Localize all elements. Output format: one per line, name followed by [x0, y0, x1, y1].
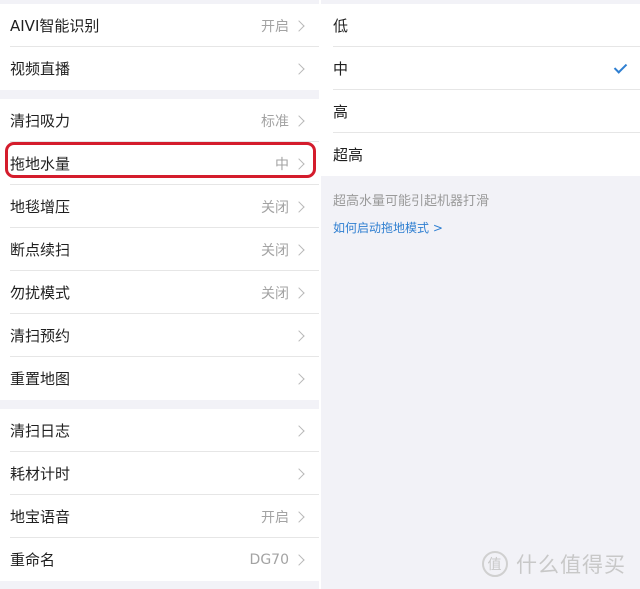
chevron-right-icon — [293, 424, 305, 437]
chevron-right-icon — [293, 114, 305, 127]
setting-row-suction[interactable]: 清扫吸力 标准 — [0, 99, 319, 142]
setting-label: 断点续扫 — [10, 241, 71, 259]
setting-value: 开启 — [261, 18, 289, 35]
setting-label: AIVI智能识别 — [10, 17, 100, 35]
setting-value: 关闭 — [261, 242, 289, 259]
setting-label: 视频直播 — [10, 60, 71, 78]
chevron-right-icon — [293, 329, 305, 342]
option-high[interactable]: 高 — [321, 90, 640, 133]
setting-value: DG70 — [249, 551, 289, 568]
water-level-pane: 低 中 高 超高 超高水量可能引起机器打滑 如何启动拖地模式 > 值 什么值得买 — [321, 0, 640, 589]
chevron-right-icon — [293, 372, 305, 385]
hint-text: 超高水量可能引起机器打滑 — [333, 194, 490, 209]
chevron-right-icon — [293, 62, 305, 75]
option-extra-high[interactable]: 超高 — [321, 133, 640, 176]
setting-label: 重置地图 — [10, 370, 71, 388]
chevron-right-icon — [293, 243, 305, 256]
water-level-options: 低 中 高 超高 — [321, 4, 640, 176]
zhi-logo-icon: 值 — [482, 551, 508, 577]
setting-label: 地毯增压 — [10, 198, 71, 216]
chevron-right-icon — [293, 19, 305, 32]
setting-row-voice[interactable]: 地宝语音 开启 — [0, 495, 319, 538]
option-label: 超高 — [333, 146, 364, 164]
settings-group-1: AIVI智能识别 开启 视频直播 — [0, 4, 319, 90]
setting-row-carpet-boost[interactable]: 地毯增压 关闭 — [0, 185, 319, 228]
setting-label: 重命名 — [10, 551, 56, 569]
option-label: 中 — [333, 60, 349, 78]
settings-group-3: 清扫日志 耗材计时 地宝语音 开启 重命名 DG70 — [0, 409, 319, 581]
option-medium[interactable]: 中 — [321, 47, 640, 90]
setting-value: 中 — [275, 156, 289, 173]
setting-row-live-video[interactable]: 视频直播 — [0, 47, 319, 90]
setting-label: 清扫日志 — [10, 422, 71, 440]
setting-row-aivi[interactable]: AIVI智能识别 开启 — [0, 4, 319, 47]
setting-value: 关闭 — [261, 285, 289, 302]
setting-label: 勿扰模式 — [10, 284, 71, 302]
setting-row-log[interactable]: 清扫日志 — [0, 409, 319, 452]
chevron-right-icon — [293, 157, 305, 170]
setting-row-reset-map[interactable]: 重置地图 — [0, 357, 319, 400]
setting-label: 拖地水量 — [10, 155, 71, 173]
chevron-right-icon — [293, 553, 305, 566]
settings-group-2: 清扫吸力 标准 拖地水量 中 地毯增压 关闭 断点续扫 关闭 勿扰模式 关闭 清… — [0, 99, 319, 400]
setting-value: 开启 — [261, 509, 289, 526]
setting-label: 清扫吸力 — [10, 112, 71, 130]
chevron-right-icon — [293, 200, 305, 213]
chevron-right-icon — [293, 510, 305, 523]
chevron-right-icon — [293, 467, 305, 480]
screen: AIVI智能识别 开启 视频直播 清扫吸力 标准 拖地水量 中 地毯增压 关闭 … — [0, 0, 640, 589]
setting-value: 关闭 — [261, 199, 289, 216]
watermark-text: 什么值得买 — [516, 553, 626, 577]
setting-label: 清扫预约 — [10, 327, 71, 345]
setting-row-mop-water[interactable]: 拖地水量 中 — [0, 142, 319, 185]
watermark: 值 什么值得买 — [482, 549, 626, 579]
settings-pane: AIVI智能识别 开启 视频直播 清扫吸力 标准 拖地水量 中 地毯增压 关闭 … — [0, 0, 319, 589]
setting-value: 标准 — [261, 113, 289, 130]
option-low[interactable]: 低 — [321, 4, 640, 47]
setting-row-dnd[interactable]: 勿扰模式 关闭 — [0, 271, 319, 314]
chevron-right-icon — [293, 286, 305, 299]
option-label: 高 — [333, 103, 349, 121]
setting-label: 地宝语音 — [10, 508, 71, 526]
setting-row-rename[interactable]: 重命名 DG70 — [0, 538, 319, 581]
setting-label: 耗材计时 — [10, 465, 71, 483]
setting-row-schedule[interactable]: 清扫预约 — [0, 314, 319, 357]
setting-row-consumables[interactable]: 耗材计时 — [0, 452, 319, 495]
setting-row-resume[interactable]: 断点续扫 关闭 — [0, 228, 319, 271]
option-label: 低 — [333, 17, 349, 35]
help-link[interactable]: 如何启动拖地模式 > — [333, 219, 443, 236]
